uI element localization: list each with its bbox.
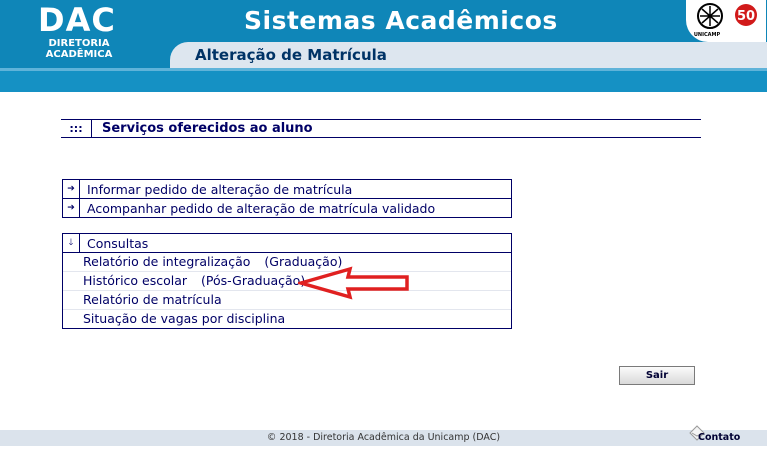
services-dots-icon: ::: bbox=[61, 120, 92, 137]
consulta-extra: (Pós-Graduação) bbox=[201, 273, 306, 288]
header-stripe bbox=[0, 71, 767, 92]
arrow-right-icon: ➔ bbox=[63, 180, 80, 198]
action-informar-pedido[interactable]: ➔ Informar pedido de alteração de matríc… bbox=[63, 180, 511, 198]
dac-logo-subtitle: DIRETORIA ACADÊMICA bbox=[38, 38, 120, 60]
copyright-text: © 2018 - Diretoria Acadêmica da Unicamp … bbox=[266, 432, 501, 443]
contato-link[interactable]: Contato bbox=[698, 432, 740, 443]
consulta-relatorio-matricula[interactable]: Relatório de matrícula bbox=[63, 290, 511, 309]
unicamp-logo: 50 UNICAMP bbox=[686, 0, 766, 42]
unicamp-emblem-icon: 50 bbox=[697, 3, 757, 29]
action-label: Acompanhar pedido de alteração de matríc… bbox=[87, 200, 436, 216]
consulta-relatorio-integralizacao[interactable]: Relatório de integralização (Graduação) bbox=[63, 253, 511, 271]
consulta-label: Relatório de matrícula bbox=[83, 292, 222, 307]
app-title: Sistemas Acadêmicos bbox=[244, 6, 558, 35]
action-label: Informar pedido de alteração de matrícul… bbox=[87, 181, 353, 197]
consultas-list: Relatório de integralização (Graduação) H… bbox=[63, 252, 511, 328]
consulta-label: Relatório de integralização bbox=[83, 254, 251, 269]
consulta-label: Histórico escolar bbox=[83, 273, 188, 288]
arrow-right-icon: ➔ bbox=[63, 199, 80, 217]
dac-logo-subtitle-line2: ACADÊMICA bbox=[45, 49, 113, 60]
actions-box: ➔ Informar pedido de alteração de matríc… bbox=[62, 179, 512, 218]
annotation-arrow-icon bbox=[298, 266, 409, 300]
services-title-bar: ::: Serviços oferecidos ao aluno bbox=[61, 119, 701, 138]
dac-logo: DAC bbox=[38, 1, 116, 39]
svg-text:50: 50 bbox=[737, 9, 755, 24]
consultas-header[interactable]: 🡓 Consultas bbox=[63, 234, 511, 252]
action-acompanhar-pedido[interactable]: ➔ Acompanhar pedido de alteração de matr… bbox=[63, 198, 511, 217]
unicamp-label: UNICAMP bbox=[693, 32, 721, 38]
consultas-header-label: Consultas bbox=[87, 235, 149, 251]
consulta-label: Situação de vagas por disciplina bbox=[83, 311, 286, 326]
services-title: Serviços oferecidos ao aluno bbox=[102, 121, 313, 136]
arrow-down-icon: 🡓 bbox=[63, 234, 80, 252]
dac-logo-subtitle-line1: DIRETORIA bbox=[48, 38, 110, 49]
consulta-historico-escolar[interactable]: Histórico escolar (Pós-Graduação) bbox=[63, 271, 511, 290]
page-title: Alteração de Matrícula bbox=[195, 46, 387, 64]
consulta-situacao-vagas[interactable]: Situação de vagas por disciplina bbox=[63, 309, 511, 328]
sair-button[interactable]: Sair bbox=[619, 366, 695, 385]
consultas-box: 🡓 Consultas Relatório de integralização(… bbox=[62, 233, 512, 329]
